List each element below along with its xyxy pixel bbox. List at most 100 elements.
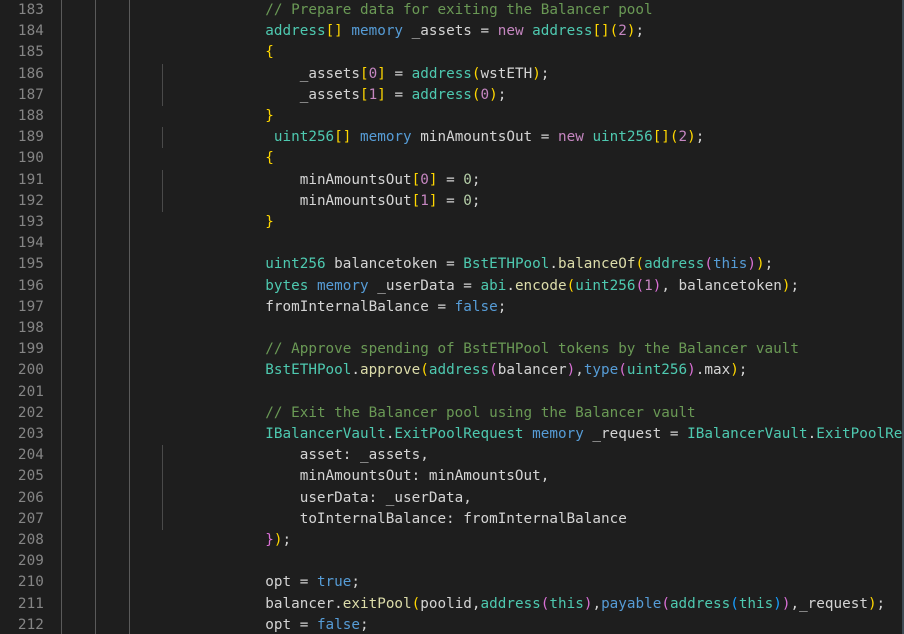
code-token: = xyxy=(446,171,455,188)
code-token: address xyxy=(532,23,593,40)
code-line[interactable]: 192 minAmountsOut[1] = 0; xyxy=(0,191,902,212)
line-number: 206 xyxy=(17,489,44,506)
code-editor[interactable]: 183 // Prepare data for exiting the Bala… xyxy=(0,0,904,634)
code-token: address xyxy=(480,595,541,612)
code-token: ( xyxy=(669,129,679,146)
code-token: ; xyxy=(351,574,360,591)
code-line[interactable]: 210 opt = true; xyxy=(0,572,902,593)
line-number: 209 xyxy=(17,553,44,570)
code-token: ) xyxy=(747,256,756,273)
code-token: // Prepare data for exiting the Balancer… xyxy=(265,2,653,18)
code-line[interactable]: 196 bytes memory _userData = abi.encode(… xyxy=(0,276,902,297)
code-line[interactable]: 200 BstETHPool.approve(address(balancer)… xyxy=(0,360,902,381)
code-token: 0 xyxy=(480,86,490,103)
line-content: uint256 balancetoken = BstETHPool.balanc… xyxy=(162,254,773,275)
code-token: abi xyxy=(480,277,507,294)
code-token: } xyxy=(265,532,274,548)
code-token: { xyxy=(265,150,274,167)
code-token: . xyxy=(807,426,817,442)
line-number: 205 xyxy=(17,468,44,485)
code-token: 1 xyxy=(644,277,653,294)
line-content: fromInternalBalance = false; xyxy=(162,297,506,318)
code-token: 2 xyxy=(618,23,627,40)
code-line[interactable]: 187 _assets[1] = address(0); xyxy=(0,85,902,106)
code-line[interactable]: 186 _assets[0] = address(wstETH); xyxy=(0,64,902,85)
code-line[interactable]: 189 uint256[] memory minAmountsOut = new… xyxy=(0,127,902,148)
line-number: 183 xyxy=(17,2,44,18)
code-line[interactable]: 195 uint256 balancetoken = BstETHPool.ba… xyxy=(0,254,902,275)
line-content: minAmountsOut: minAmountsOut, xyxy=(162,466,550,487)
code-lines-container[interactable]: 183 // Prepare data for exiting the Bala… xyxy=(0,0,902,634)
code-token: 0 xyxy=(420,171,429,188)
code-line[interactable]: 194 xyxy=(0,233,902,254)
line-number: 192 xyxy=(17,192,44,209)
code-token: = xyxy=(446,256,455,273)
code-line[interactable]: 199 // Approve spending of BstETHPool to… xyxy=(0,339,902,360)
code-line[interactable]: 184 address[] memory _assets = new addre… xyxy=(0,21,902,42)
code-token: this xyxy=(738,595,774,612)
code-line[interactable]: 204 asset: _assets, xyxy=(0,445,902,466)
code-token: payable xyxy=(601,595,662,612)
code-token: . xyxy=(506,277,515,294)
code-token: ] xyxy=(377,65,386,82)
line-content: balancer.exitPool(poolid,address(this),p… xyxy=(162,594,885,615)
code-line[interactable]: 185 { xyxy=(0,42,902,63)
code-token: [ xyxy=(360,65,369,82)
code-line[interactable]: 198 xyxy=(0,318,902,339)
code-line[interactable]: 197 fromInternalBalance = false; xyxy=(0,297,902,318)
code-line[interactable]: 206 userData: _userData, xyxy=(0,488,902,509)
code-token: address xyxy=(669,595,731,612)
line-number: 196 xyxy=(17,277,44,294)
code-token: = xyxy=(394,65,404,82)
code-line[interactable]: 202 // Exit the Balancer pool using the … xyxy=(0,403,902,424)
line-number: 193 xyxy=(17,214,44,230)
line-content: IBalancerVault.ExitPoolRequest memory _r… xyxy=(162,424,903,445)
code-line[interactable]: 201 xyxy=(0,382,902,403)
line-content: toInternalBalance: fromInternalBalance xyxy=(162,509,627,530)
line-number: 194 xyxy=(17,235,44,252)
code-token: BstETHPool xyxy=(265,362,352,379)
code-token: [ xyxy=(411,192,421,209)
line-number: 187 xyxy=(17,86,44,103)
code-token: ( xyxy=(704,256,713,273)
line-content: minAmountsOut[0] = 0; xyxy=(162,170,481,191)
code-line[interactable]: 190 { xyxy=(0,148,902,169)
code-token: ; xyxy=(497,86,507,103)
line-content: // Approve spending of BstETHPool tokens… xyxy=(162,339,799,360)
code-token: [] xyxy=(325,23,343,40)
code-token: balancer xyxy=(497,362,567,379)
code-line[interactable]: 188 } xyxy=(0,106,902,127)
code-line[interactable]: 205 minAmountsOut: minAmountsOut, xyxy=(0,466,902,487)
line-content: address[] memory _assets = new address[]… xyxy=(162,21,644,42)
line-number: 199 xyxy=(17,341,44,358)
code-line[interactable]: 191 minAmountsOut[0] = 0; xyxy=(0,170,902,191)
code-line[interactable]: 207 toInternalBalance: fromInternalBalan… xyxy=(0,509,902,530)
code-line[interactable]: 183 // Prepare data for exiting the Bala… xyxy=(0,0,902,21)
code-line[interactable]: 212 opt = false; xyxy=(0,615,902,634)
code-line[interactable]: 203 IBalancerVault.ExitPoolRequest memor… xyxy=(0,424,902,445)
line-content: } xyxy=(162,212,274,233)
line-number: 200 xyxy=(17,362,44,379)
code-line[interactable]: 211 balancer.exitPool(poolid,address(thi… xyxy=(0,594,902,615)
code-line[interactable]: 208 }); xyxy=(0,530,902,551)
code-line[interactable]: 193 } xyxy=(0,212,902,233)
code-token: = xyxy=(480,23,490,40)
code-token: ExitPoolRequest xyxy=(816,426,903,442)
code-line[interactable]: 209 xyxy=(0,551,902,572)
line-content: _assets[0] = address(wstETH); xyxy=(162,64,550,85)
code-token: [] xyxy=(592,23,610,40)
